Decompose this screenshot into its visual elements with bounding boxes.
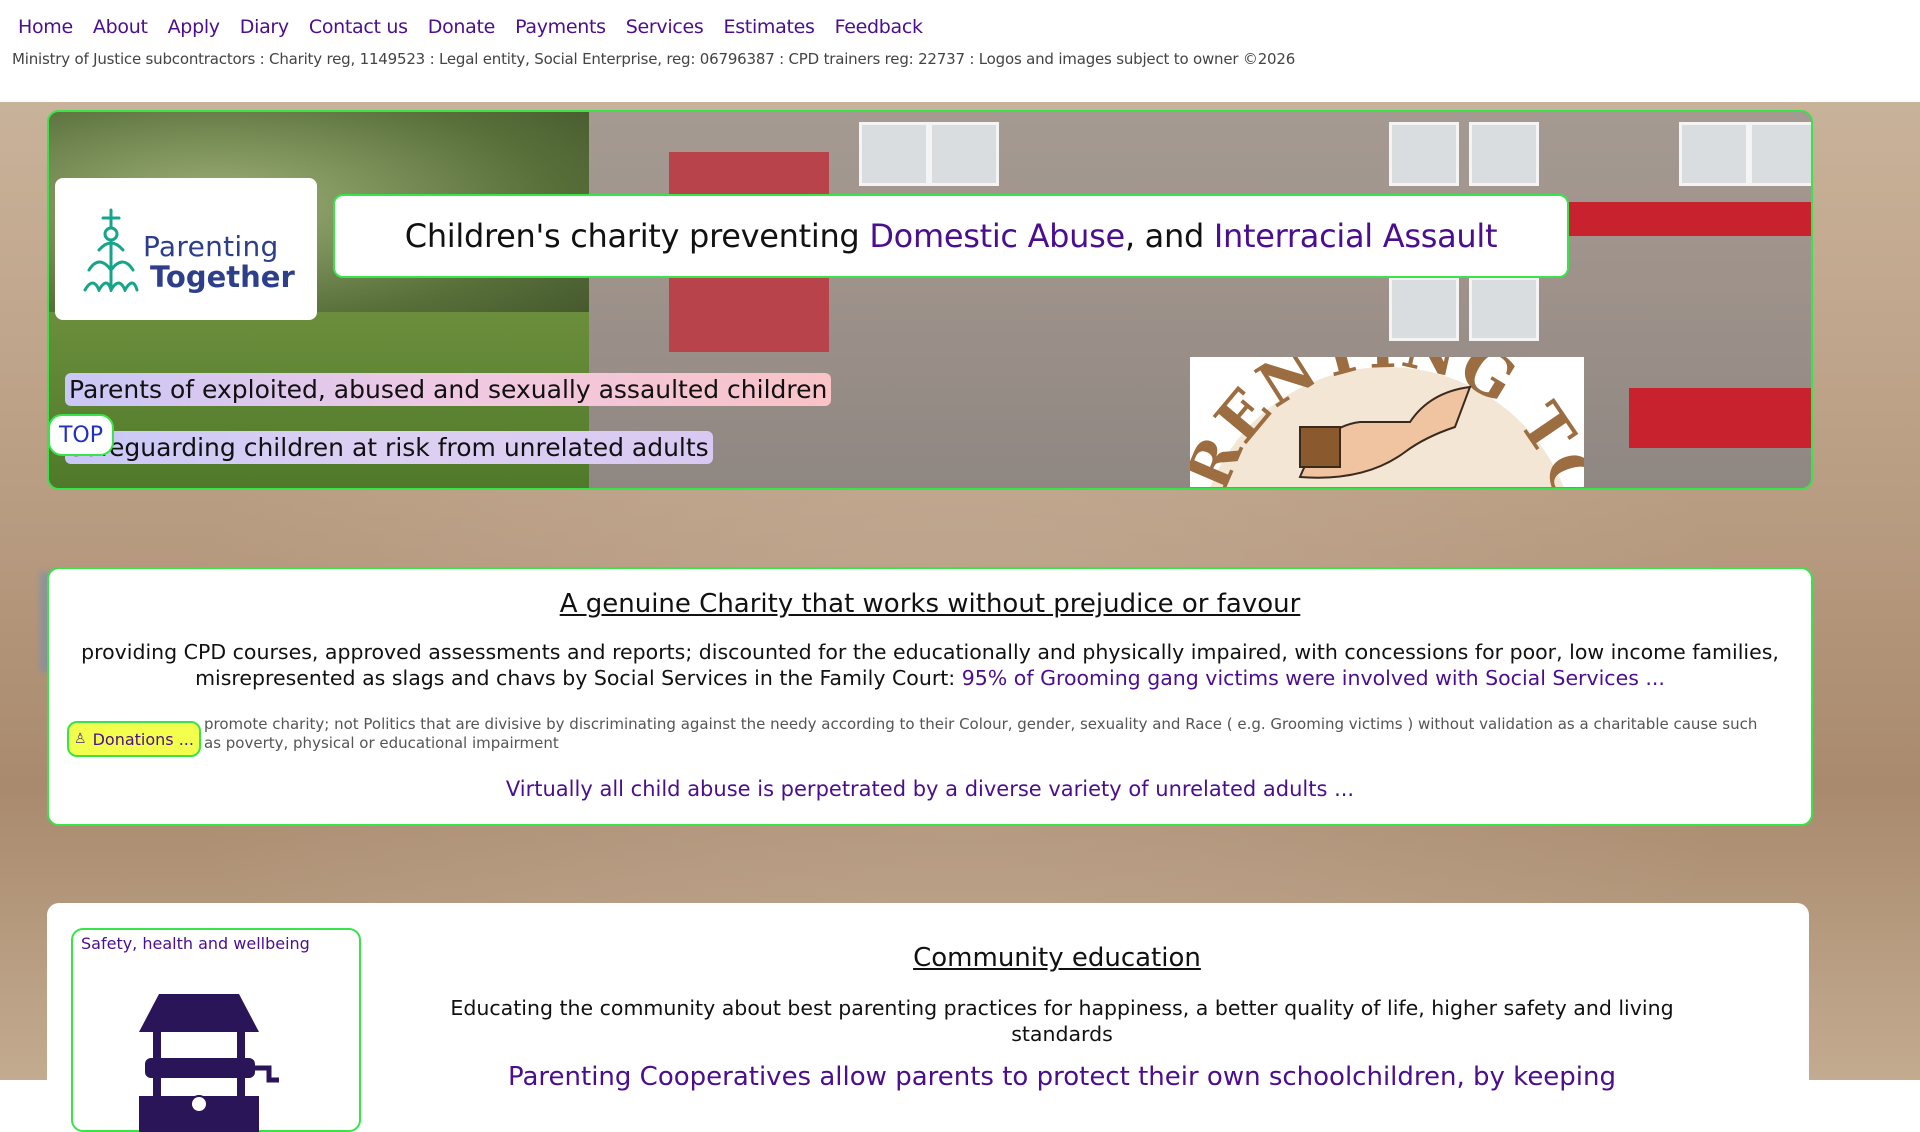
nav-apply[interactable]: Apply	[168, 16, 220, 38]
banner-tagline-safeguarding: Safeguarding children at risk from unrel…	[65, 431, 713, 464]
building-window	[1389, 277, 1459, 341]
community-education-text: Educating the community about best paren…	[450, 996, 1674, 1046]
top-button[interactable]: TOP	[48, 414, 114, 456]
nav-about[interactable]: About	[93, 16, 148, 38]
parenting-together-logo[interactable]: Parenting Together	[55, 178, 317, 320]
nav-payments[interactable]: Payments	[515, 16, 606, 38]
top-navigation: Home About Apply Diary Contact us Donate…	[0, 0, 1920, 102]
headline-interracial-assault[interactable]: Interracial Assault	[1214, 217, 1498, 255]
community-education-card: Safety, health and wellbeing Community e…	[47, 903, 1809, 1132]
charity-title: A genuine Charity that works without pre…	[559, 589, 1301, 619]
donations-button-label: Donations ...	[92, 729, 194, 749]
nav-services[interactable]: Services	[626, 16, 704, 38]
headline-mid: , and	[1124, 217, 1214, 255]
logo-family-tree-icon	[83, 208, 139, 292]
building-window	[1469, 122, 1539, 186]
building-window	[1749, 122, 1811, 186]
registration-line: Ministry of Justice subcontractors : Cha…	[12, 50, 1296, 68]
family-tree-icon: ♙	[74, 731, 87, 747]
seal-graphic: RENTING TOGETHE	[1190, 357, 1584, 487]
nav-estimates[interactable]: Estimates	[723, 16, 814, 38]
donations-button[interactable]: ♙ Donations ...	[67, 721, 201, 757]
logo-text-together: Together	[150, 260, 295, 294]
grooming-gang-link[interactable]: 95% of Grooming gang victims were involv…	[962, 666, 1665, 690]
child-abuse-link[interactable]: Virtually all child abuse is perpetrated…	[49, 777, 1811, 801]
headline-domestic-abuse[interactable]: Domestic Abuse	[869, 217, 1125, 255]
building-red-panel	[1629, 388, 1811, 448]
parenting-cooperatives-link[interactable]: Parenting Cooperatives allow parents to …	[417, 1061, 1707, 1093]
banner-tagline-parents: Parents of exploited, abused and sexuall…	[65, 373, 832, 406]
building-window	[859, 122, 929, 186]
nav-contact-us[interactable]: Contact us	[309, 16, 408, 38]
building-window	[1469, 277, 1539, 341]
charity-description: providing CPD courses, approved assessme…	[65, 639, 1795, 691]
wishing-well-icon	[139, 994, 279, 1132]
parenting-together-seal-image: RENTING TOGETHE	[1190, 357, 1584, 487]
building-window	[929, 122, 999, 186]
safety-health-wellbeing-title: Safety, health and wellbeing	[81, 934, 310, 953]
logo-text-parenting: Parenting	[143, 230, 279, 263]
headline-prefix: Children's charity preventing	[404, 217, 870, 255]
promote-charity-text: promote charity; not Politics that are d…	[204, 715, 1758, 752]
nav-diary[interactable]: Diary	[240, 16, 289, 38]
charity-info-card: A genuine Charity that works without pre…	[47, 567, 1813, 826]
nav-links: Home About Apply Diary Contact us Donate…	[18, 16, 943, 38]
safety-health-wellbeing-card[interactable]: Safety, health and wellbeing	[71, 928, 361, 1132]
nav-home[interactable]: Home	[18, 16, 73, 38]
building-window	[1679, 122, 1749, 186]
building-window	[1389, 122, 1459, 186]
community-education-title: Community education	[913, 943, 1201, 973]
nav-donate[interactable]: Donate	[428, 16, 496, 38]
nav-feedback[interactable]: Feedback	[835, 16, 923, 38]
banner-headline: Children's charity preventing Domestic A…	[333, 194, 1569, 278]
